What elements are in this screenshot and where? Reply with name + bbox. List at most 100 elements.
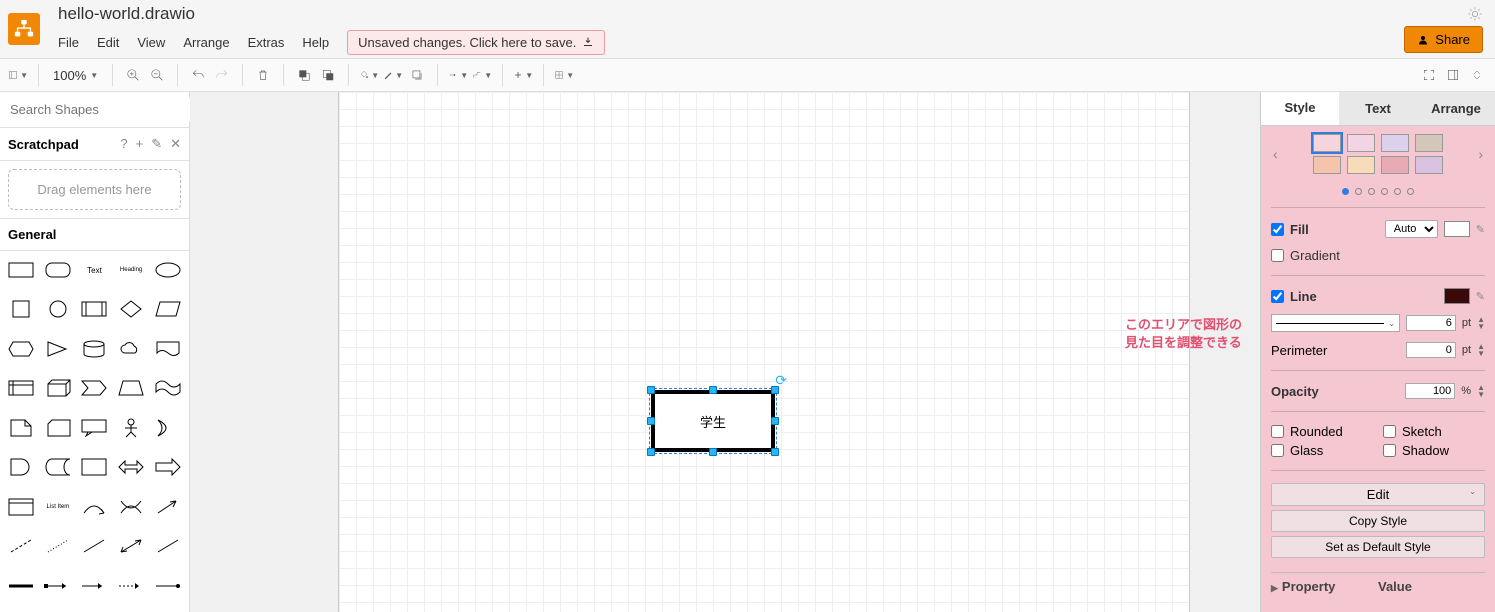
color-swatch[interactable] [1347, 134, 1375, 152]
app-logo[interactable] [8, 13, 40, 45]
shape-data-storage[interactable] [43, 454, 74, 480]
shape-conn4[interactable] [152, 573, 183, 599]
sidebar-toggle-icon[interactable]: ▼ [8, 65, 28, 85]
shape-arrow-ne[interactable] [152, 494, 183, 520]
selected-shape[interactable]: 学生 ⟳ [651, 390, 775, 452]
line-checkbox[interactable] [1271, 290, 1284, 303]
stepper-icon[interactable]: ▲▼ [1477, 384, 1485, 398]
shape-arrow-right[interactable] [152, 454, 183, 480]
shape-document[interactable] [152, 336, 183, 362]
canvas-area[interactable]: 学生 ⟳ このエリアで図形の 見た目を調整できる [190, 92, 1260, 612]
shape-dashed[interactable] [6, 533, 37, 559]
shape-internal-storage[interactable] [6, 375, 37, 401]
menu-edit[interactable]: Edit [97, 35, 119, 50]
fill-color-icon[interactable]: ▼ [359, 65, 379, 85]
gradient-checkbox[interactable] [1271, 249, 1284, 262]
menu-help[interactable]: Help [302, 35, 329, 50]
menu-extras[interactable]: Extras [248, 35, 285, 50]
canvas[interactable]: 学生 ⟳ [338, 92, 1190, 612]
line-width-input[interactable] [1406, 315, 1456, 331]
shape-text[interactable]: Text [79, 257, 110, 283]
color-swatch[interactable] [1347, 156, 1375, 174]
page-dot[interactable] [1355, 188, 1362, 195]
zoom-level[interactable]: 100%▼ [49, 68, 102, 83]
fill-mode-select[interactable]: Auto [1385, 220, 1438, 238]
shape-cloud[interactable] [116, 336, 147, 362]
shape-bidir-curve[interactable] [116, 494, 147, 520]
shape-actor[interactable] [116, 415, 147, 441]
tab-style[interactable]: Style [1261, 92, 1339, 125]
resize-handle-n[interactable] [709, 386, 717, 394]
shape-rectangle[interactable] [6, 257, 37, 283]
color-swatch[interactable] [1415, 156, 1443, 174]
close-icon[interactable]: ✕ [170, 136, 181, 152]
shape-trapezoid[interactable] [116, 375, 147, 401]
shape-or[interactable] [152, 415, 183, 441]
connection-icon[interactable]: ▼ [448, 65, 468, 85]
pencil-icon[interactable]: ✎ [1476, 290, 1485, 303]
tab-arrange[interactable]: Arrange [1417, 92, 1495, 125]
line-color-icon[interactable]: ▼ [383, 65, 403, 85]
edit-icon[interactable]: ✎ [151, 136, 162, 152]
opacity-input[interactable] [1405, 383, 1455, 399]
shape-line2[interactable] [152, 533, 183, 559]
shape-note[interactable] [6, 415, 37, 441]
to-back-icon[interactable] [318, 65, 338, 85]
shape-conn2[interactable] [79, 573, 110, 599]
resize-handle-w[interactable] [647, 417, 655, 425]
shape-rounded-rect[interactable] [43, 257, 74, 283]
redo-icon[interactable] [212, 65, 232, 85]
fullscreen-icon[interactable] [1419, 65, 1439, 85]
waypoint-icon[interactable]: ▼ [472, 65, 492, 85]
edit-style-button[interactable]: Edit⌄ [1271, 483, 1485, 506]
document-title[interactable]: hello-world.drawio [58, 4, 605, 24]
shape-tape[interactable] [152, 375, 183, 401]
shape-arrow-both[interactable] [116, 454, 147, 480]
shape-step[interactable] [79, 375, 110, 401]
fill-color-box[interactable] [1444, 221, 1470, 237]
color-swatch[interactable] [1313, 156, 1341, 174]
unsaved-warning[interactable]: Unsaved changes. Click here to save. [347, 30, 605, 55]
zoom-out-icon[interactable] [147, 65, 167, 85]
shape-curve[interactable] [79, 494, 110, 520]
help-icon[interactable]: ? [120, 136, 127, 152]
sketch-checkbox[interactable] [1383, 425, 1396, 438]
shape-list[interactable]: List Item [43, 494, 74, 520]
stepper-icon[interactable]: ▲▼ [1477, 316, 1485, 330]
general-section[interactable]: General [0, 218, 189, 251]
shape-square[interactable] [6, 296, 37, 322]
color-swatch[interactable] [1381, 134, 1409, 152]
shape-dotted[interactable] [43, 533, 74, 559]
shape-parallelogram[interactable] [152, 296, 183, 322]
line-color-box[interactable] [1444, 288, 1470, 304]
color-swatch[interactable] [1415, 134, 1443, 152]
search-input[interactable] [6, 98, 190, 121]
fill-checkbox[interactable] [1271, 223, 1284, 236]
glass-checkbox[interactable] [1271, 444, 1284, 457]
shape-heading[interactable]: Heading [116, 257, 147, 283]
property-table-header[interactable]: ▶Property Value [1271, 572, 1485, 594]
shape-callout[interactable] [79, 415, 110, 441]
menu-view[interactable]: View [137, 35, 165, 50]
to-front-icon[interactable] [294, 65, 314, 85]
rotate-handle-icon[interactable]: ⟳ [775, 372, 787, 389]
shape-line[interactable] [79, 533, 110, 559]
page-dot[interactable] [1342, 188, 1349, 195]
swatch-prev-icon[interactable]: ‹ [1271, 146, 1280, 162]
menu-arrange[interactable]: Arrange [183, 35, 229, 50]
shape-diamond[interactable] [116, 296, 147, 322]
shape-conn3[interactable] [116, 573, 147, 599]
delete-icon[interactable] [253, 65, 273, 85]
shape-circle[interactable] [43, 296, 74, 322]
page-dot[interactable] [1368, 188, 1375, 195]
resize-handle-se[interactable] [771, 448, 779, 456]
pencil-icon[interactable]: ✎ [1476, 223, 1485, 236]
resize-handle-s[interactable] [709, 448, 717, 456]
rounded-checkbox[interactable] [1271, 425, 1284, 438]
page-dot[interactable] [1407, 188, 1414, 195]
shape-card[interactable] [43, 415, 74, 441]
menu-file[interactable]: File [58, 35, 79, 50]
collapse-icon[interactable] [1467, 65, 1487, 85]
shape-cylinder[interactable] [79, 336, 110, 362]
page-dot[interactable] [1394, 188, 1401, 195]
